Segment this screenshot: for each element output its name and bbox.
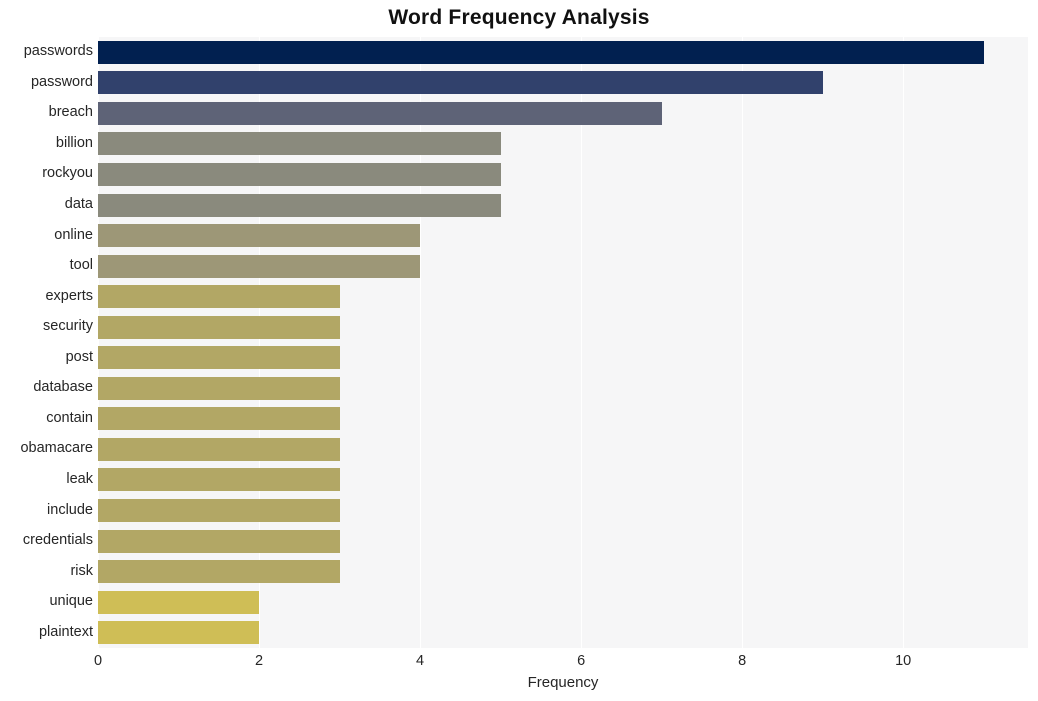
y-axis-tick-label: password <box>30 73 93 90</box>
y-axis-tick-label: obamacare <box>20 440 93 457</box>
y-axis-tick-label: rockyou <box>42 165 93 182</box>
y-axis-tick-label: tool <box>69 257 93 274</box>
y-axis-tick-label: contain <box>46 409 93 426</box>
y-axis-tick-label: experts <box>45 287 93 304</box>
x-axis-tick-label: 10 <box>895 653 912 669</box>
y-axis-tick-label: database <box>33 379 93 396</box>
y-axis-tick-label: breach <box>48 104 93 121</box>
y-axis-tick-label: risk <box>70 562 93 579</box>
x-axis-tick-label: 8 <box>738 653 747 669</box>
y-axis-tick-label: plaintext <box>38 623 93 640</box>
y-axis-tick-label: credentials <box>22 532 93 549</box>
x-axis-tick-label: 4 <box>416 653 425 669</box>
chart-figure: Word Frequency Analysis passwords passwor… <box>0 0 1038 701</box>
y-axis-tick-label: post <box>65 348 93 365</box>
x-axis-tick-label: 0 <box>93 653 103 669</box>
y-axis-tick-label: billion <box>55 134 93 151</box>
y-axis-tick-label: unique <box>49 593 93 610</box>
y-axis-tick-label: online <box>54 226 93 243</box>
x-axis-label: Frequency <box>527 674 599 691</box>
y-axis-tick-label: leak <box>66 470 93 487</box>
y-axis-tick-label: passwords <box>23 43 93 60</box>
y-axis-tick-label: security <box>43 318 93 335</box>
y-axis-tick-label: include <box>47 501 93 518</box>
x-axis-tick-label: 2 <box>254 653 264 669</box>
x-axis-tick-label: 6 <box>577 653 586 669</box>
y-axis-tick-labels: passwords password breach billion rockyou dat… <box>0 37 1038 648</box>
chart-title: Word Frequency Analysis <box>388 6 650 29</box>
y-axis-tick-label: data <box>64 196 93 213</box>
